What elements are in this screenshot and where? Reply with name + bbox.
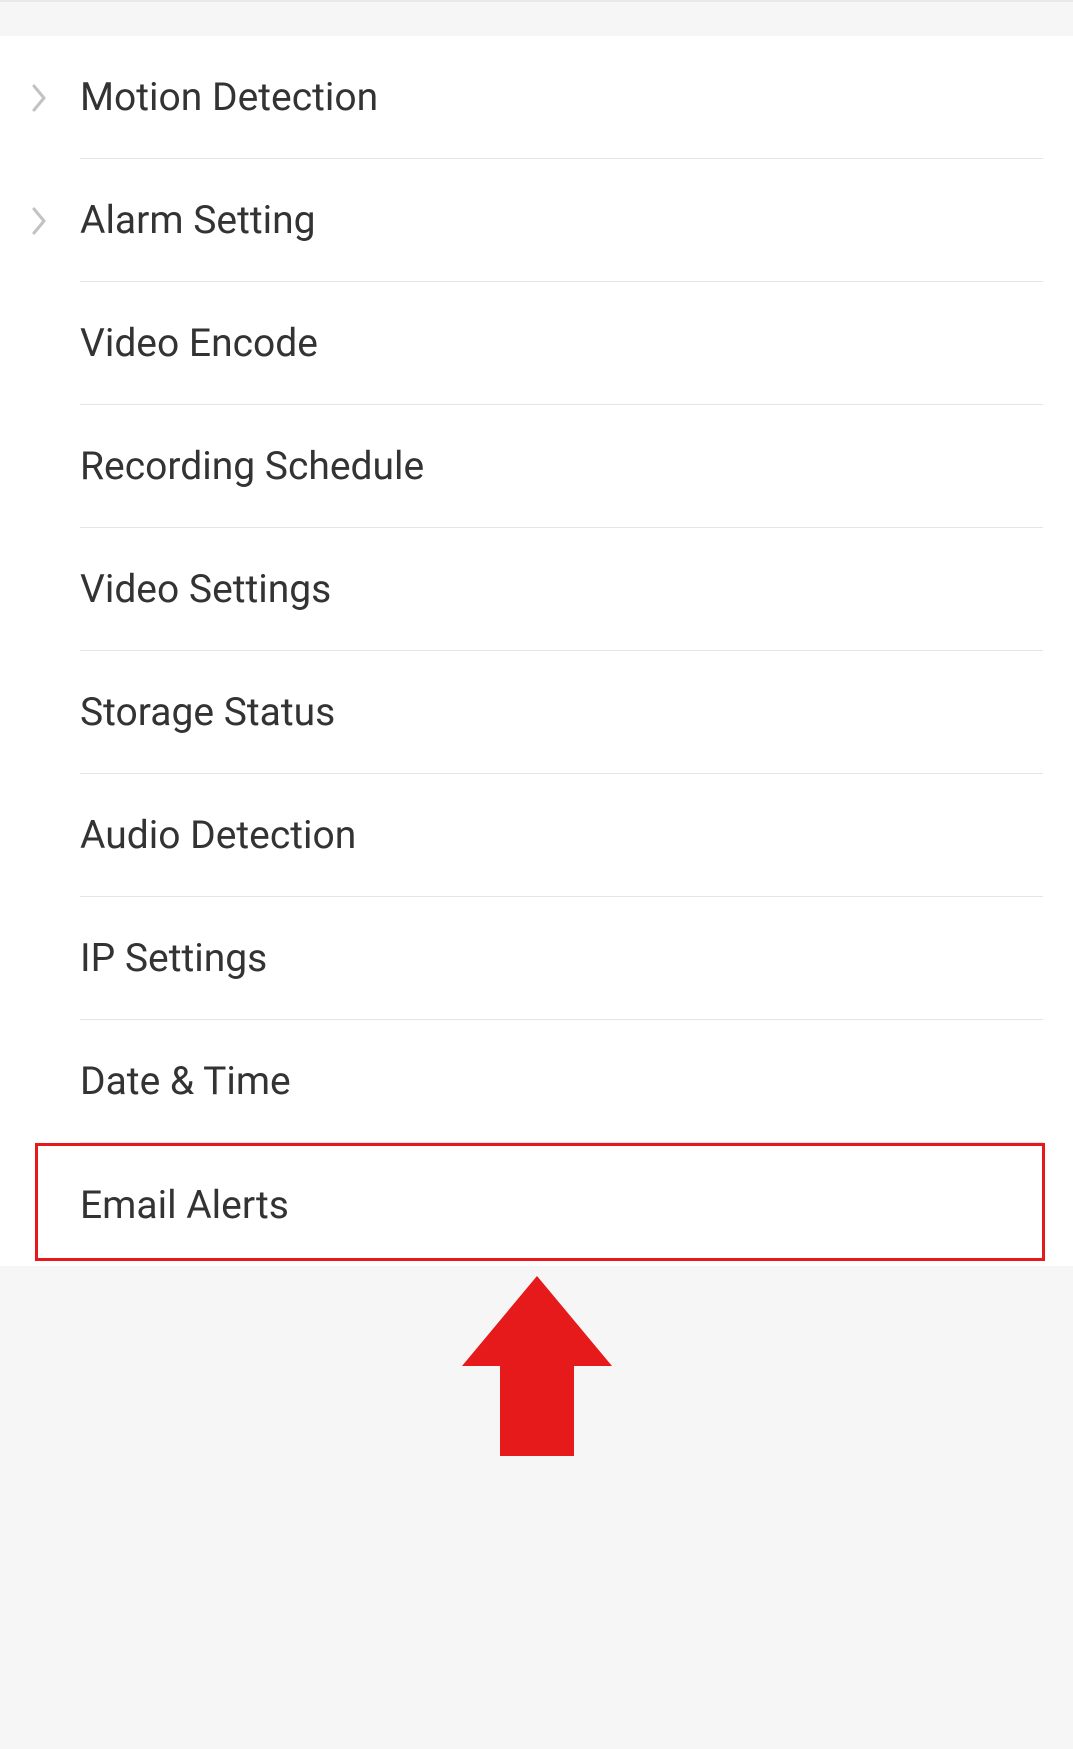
menu-item-recording-schedule[interactable]: Recording Schedule	[0, 405, 1073, 528]
menu-item-ip-settings[interactable]: IP Settings	[0, 897, 1073, 1020]
menu-item-label: Storage Status	[80, 689, 335, 735]
menu-item-label: Date & Time	[80, 1058, 291, 1104]
settings-menu-list: Motion Detection Alarm Setting Video Enc…	[0, 36, 1073, 1266]
annotation-arrow-up-icon	[462, 1276, 612, 1456]
menu-item-label: Video Settings	[80, 566, 331, 612]
bottom-region	[0, 1266, 1073, 1631]
menu-item-label: Email Alerts	[80, 1182, 289, 1228]
menu-item-motion-detection[interactable]: Motion Detection	[0, 36, 1073, 159]
menu-item-label: IP Settings	[80, 935, 267, 981]
menu-item-video-settings[interactable]: Video Settings	[0, 528, 1073, 651]
menu-item-video-encode[interactable]: Video Encode	[0, 282, 1073, 405]
top-spacer	[0, 0, 1073, 36]
menu-item-label: Alarm Setting	[80, 197, 316, 243]
menu-item-date-time[interactable]: Date & Time	[0, 1020, 1073, 1143]
menu-item-label: Motion Detection	[80, 74, 378, 120]
menu-item-label: Video Encode	[80, 320, 318, 366]
menu-item-audio-detection[interactable]: Audio Detection	[0, 774, 1073, 897]
menu-item-email-alerts[interactable]: Email Alerts	[0, 1143, 1073, 1266]
menu-item-label: Audio Detection	[80, 812, 356, 858]
menu-item-alarm-setting[interactable]: Alarm Setting	[0, 159, 1073, 282]
menu-item-storage-status[interactable]: Storage Status	[0, 651, 1073, 774]
chevron-right-icon	[30, 207, 80, 235]
chevron-right-icon	[30, 84, 80, 112]
menu-item-label: Recording Schedule	[80, 443, 424, 489]
